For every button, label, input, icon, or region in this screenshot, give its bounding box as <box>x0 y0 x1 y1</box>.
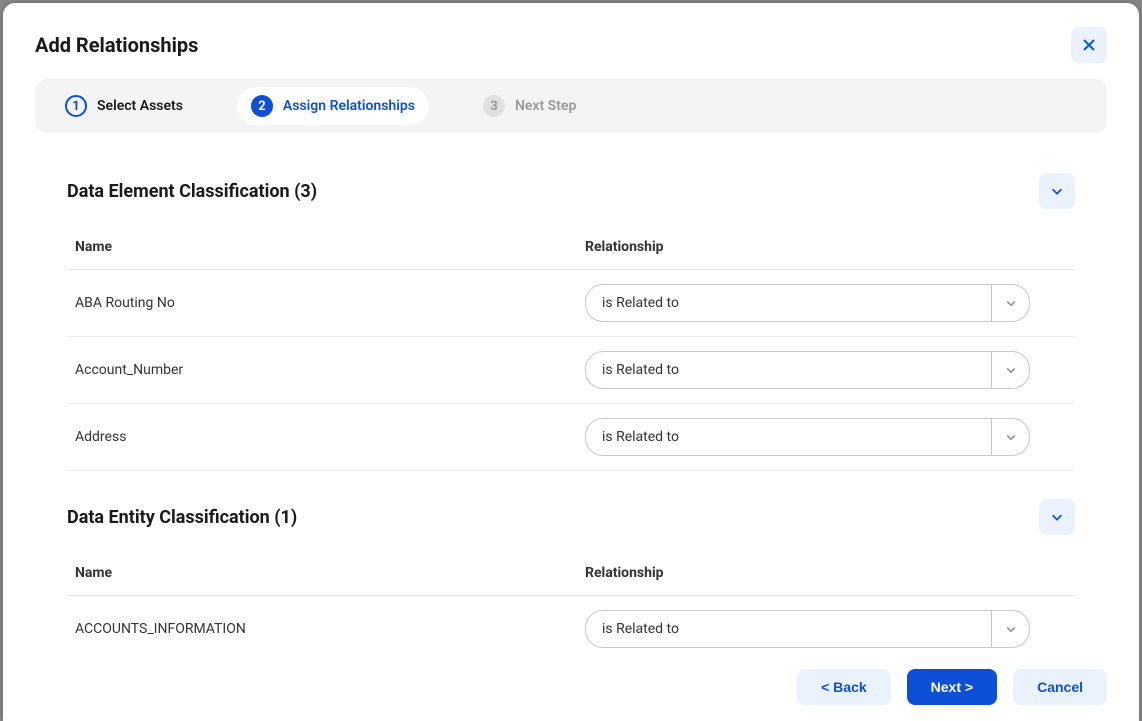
chevron-down-icon <box>1005 623 1017 635</box>
add-relationships-modal: Add Relationships 1 Select Assets 2 Assi… <box>3 3 1139 721</box>
close-button[interactable] <box>1071 27 1107 63</box>
next-button[interactable]: Next > <box>907 669 997 705</box>
wizard-stepper: 1 Select Assets 2 Assign Relationships 3… <box>35 79 1107 133</box>
step-number: 1 <box>65 95 87 117</box>
table-header: Name Relationship <box>67 225 1075 270</box>
select-arrow <box>991 352 1029 388</box>
row-name: ABA Routing No <box>75 295 585 311</box>
chevron-down-icon <box>1005 431 1017 443</box>
column-header-name: Name <box>75 565 585 581</box>
step-select-assets[interactable]: 1 Select Assets <box>51 87 197 125</box>
cancel-button[interactable]: Cancel <box>1013 669 1107 705</box>
modal-title: Add Relationships <box>35 33 198 57</box>
select-value: is Related to <box>586 419 991 455</box>
row-name: ACCOUNTS_INFORMATION <box>75 621 585 637</box>
step-number: 2 <box>251 95 273 117</box>
step-assign-relationships[interactable]: 2 Assign Relationships <box>237 87 429 125</box>
step-label: Select Assets <box>97 98 183 114</box>
column-header-name: Name <box>75 239 585 255</box>
table-row: Account_Number is Related to <box>67 337 1075 404</box>
row-name: Address <box>75 429 585 445</box>
section-header-data-element: Data Element Classification (3) <box>67 173 1075 209</box>
step-label: Assign Relationships <box>283 98 415 114</box>
relationship-select[interactable]: is Related to <box>585 351 1030 389</box>
column-header-relationship: Relationship <box>585 239 1067 255</box>
modal-content: Data Element Classification (3) Name Rel… <box>3 157 1139 649</box>
relationship-select[interactable]: is Related to <box>585 284 1030 322</box>
chevron-down-icon <box>1050 510 1064 524</box>
collapse-button[interactable] <box>1039 173 1075 209</box>
table-row: ACCOUNTS_INFORMATION is Related to <box>67 596 1075 649</box>
section-header-data-entity: Data Entity Classification (1) <box>67 499 1075 535</box>
relationship-select[interactable]: is Related to <box>585 418 1030 456</box>
chevron-down-icon <box>1005 297 1017 309</box>
select-value: is Related to <box>586 285 991 321</box>
row-relationship: is Related to <box>585 610 1067 648</box>
select-value: is Related to <box>586 352 991 388</box>
step-number: 3 <box>483 95 505 117</box>
modal-footer: < Back Next > Cancel <box>3 649 1139 721</box>
chevron-down-icon <box>1050 184 1064 198</box>
collapse-button[interactable] <box>1039 499 1075 535</box>
table-header: Name Relationship <box>67 551 1075 596</box>
table-row: Address is Related to <box>67 404 1075 471</box>
modal-header: Add Relationships <box>3 3 1139 79</box>
select-arrow <box>991 419 1029 455</box>
row-name: Account_Number <box>75 362 585 378</box>
select-arrow <box>991 285 1029 321</box>
chevron-down-icon <box>1005 364 1017 376</box>
select-arrow <box>991 611 1029 647</box>
row-relationship: is Related to <box>585 351 1067 389</box>
row-relationship: is Related to <box>585 284 1067 322</box>
step-next-step[interactable]: 3 Next Step <box>469 87 590 125</box>
back-button[interactable]: < Back <box>797 669 891 705</box>
step-label: Next Step <box>515 98 576 114</box>
close-icon <box>1081 37 1097 53</box>
column-header-relationship: Relationship <box>585 565 1067 581</box>
section-title: Data Entity Classification (1) <box>67 507 297 528</box>
select-value: is Related to <box>586 611 991 647</box>
section-title: Data Element Classification (3) <box>67 181 317 202</box>
row-relationship: is Related to <box>585 418 1067 456</box>
relationship-select[interactable]: is Related to <box>585 610 1030 648</box>
table-row: ABA Routing No is Related to <box>67 270 1075 337</box>
